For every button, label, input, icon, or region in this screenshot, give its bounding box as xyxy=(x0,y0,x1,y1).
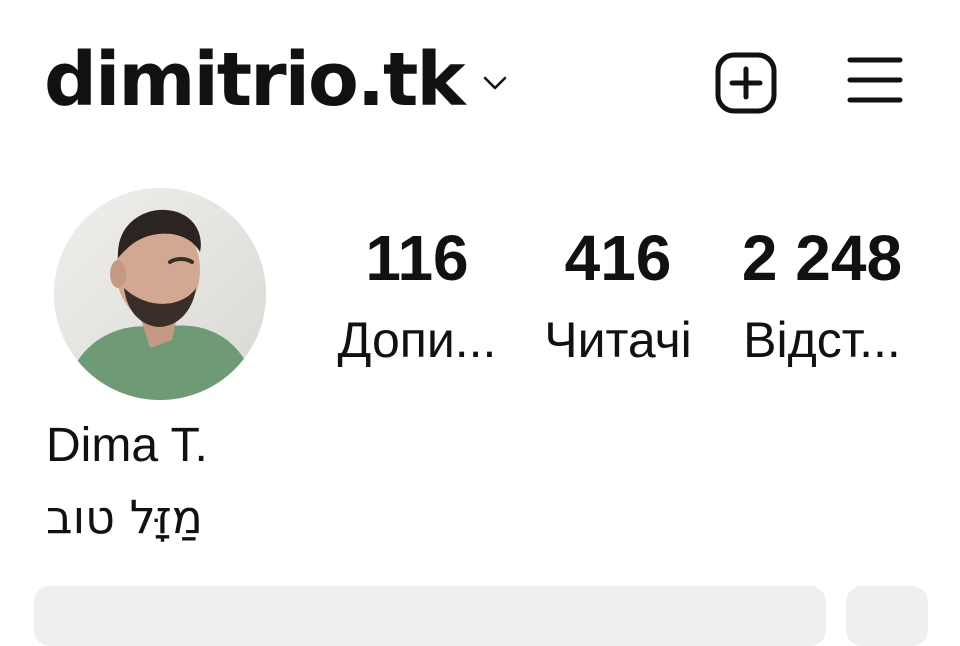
following-label: Відст... xyxy=(743,312,901,368)
create-button[interactable] xyxy=(715,52,777,114)
account-switcher[interactable]: dimitrio.tk xyxy=(44,30,508,130)
menu-button[interactable] xyxy=(846,52,904,108)
followers-label: Читачі xyxy=(544,312,692,368)
followers-count: 416 xyxy=(564,222,672,294)
hamburger-menu-icon xyxy=(847,57,903,103)
profile-header: dimitrio.tk xyxy=(0,0,960,150)
posts-count: 116 xyxy=(365,222,469,294)
edit-profile-button[interactable] xyxy=(34,586,826,646)
stat-following[interactable]: 2 248 Відст... xyxy=(722,222,922,370)
stat-followers[interactable]: 416 Читачі xyxy=(532,222,704,370)
posts-label: Допи... xyxy=(337,312,497,368)
username: dimitrio.tk xyxy=(44,37,466,123)
chevron-down-icon xyxy=(483,76,506,90)
discover-people-button[interactable] xyxy=(846,586,928,646)
stat-posts[interactable]: 116 Допи... xyxy=(322,222,512,370)
bio-text: מַזָּל טוב xyxy=(46,490,203,544)
avatar[interactable] xyxy=(54,188,266,400)
display-name: Dima T. xyxy=(46,419,208,472)
profile-photo xyxy=(54,188,266,400)
following-count: 2 248 xyxy=(741,222,903,294)
plus-square-icon xyxy=(715,52,777,114)
